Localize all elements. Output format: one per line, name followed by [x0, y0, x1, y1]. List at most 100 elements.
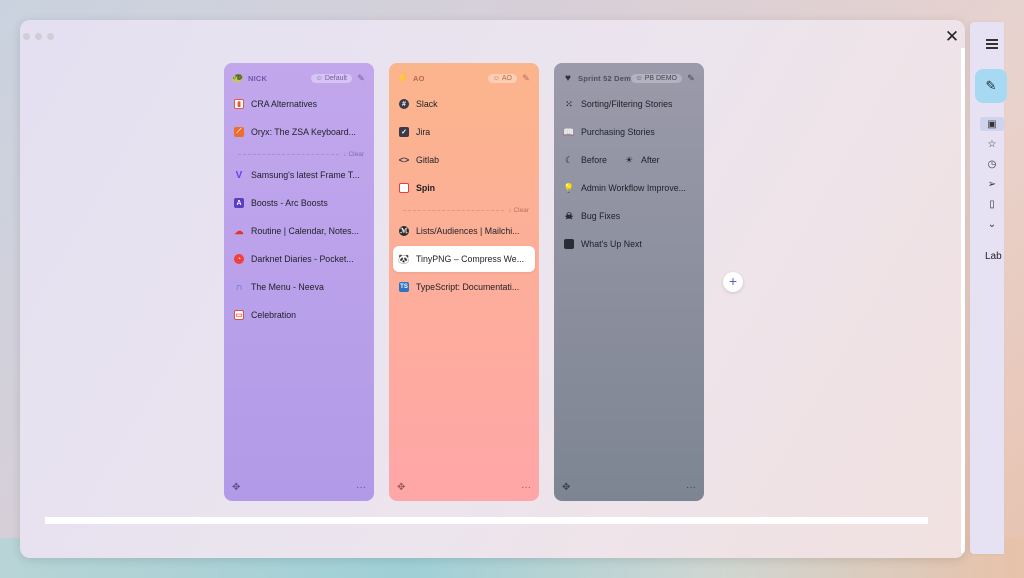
more-options-icon[interactable]: ··· — [521, 482, 531, 493]
tab-label: Purchasing Stories — [581, 127, 655, 137]
pencil-icon[interactable]: ✎ — [686, 73, 696, 83]
space-header: 🐢 NICK ☺ Default ✎ — [232, 71, 366, 85]
window-close-dot[interactable] — [23, 33, 30, 40]
more-options-icon[interactable]: ··· — [356, 482, 366, 493]
bolt-icon: ⚡ — [396, 72, 410, 84]
space-footer: ✥ ··· — [562, 481, 696, 493]
pinned-tab[interactable]: ✓ Jira — [393, 119, 535, 145]
tab-label: TinyPNG – Compress We... — [416, 254, 525, 264]
gitlab-favicon: <> — [398, 155, 410, 165]
space-card-nick[interactable]: 🐢 NICK ☺ Default ✎ ▮ CRA Alternatives ⟋ O… — [224, 63, 374, 501]
briefcase-icon — [564, 239, 574, 249]
send-icon[interactable]: ➢ — [984, 177, 1000, 191]
window-zoom-dot[interactable] — [47, 33, 54, 40]
folder-item[interactable]: ☠ Bug Fixes — [558, 203, 700, 229]
tab[interactable]: A Boosts - Arc Boosts — [228, 190, 370, 216]
clock-icon[interactable]: ◷ — [984, 157, 1000, 171]
tab-label: The Menu - Neeva — [251, 282, 324, 292]
vertical-scrollbar[interactable] — [961, 48, 965, 553]
chevron-down-icon[interactable]: ⌄ — [984, 217, 1000, 231]
profile-icon: ☺ — [315, 74, 323, 82]
space-name[interactable]: AO — [413, 74, 488, 83]
moon-icon: ☾ — [564, 154, 574, 165]
tab[interactable]: ◔ Darknet Diaries - Pocket... — [228, 246, 370, 272]
profile-badge[interactable]: ☺ AO — [487, 73, 517, 83]
tab-label: Jira — [416, 127, 431, 137]
tab-label: Darknet Diaries - Pocket... — [251, 254, 354, 264]
document-icon[interactable]: ▯ — [984, 197, 1000, 211]
tab-label: Bug Fixes — [581, 211, 621, 221]
folder-item[interactable]: 📖 Purchasing Stories — [558, 119, 700, 145]
clear-tabs-button[interactable]: ↓ Clear — [343, 151, 364, 158]
pencil-icon[interactable]: ✎ — [521, 73, 531, 83]
pinned-tab[interactable]: <> Gitlab — [393, 147, 535, 173]
space-header: ⚡ AO ☺ AO ✎ — [397, 71, 531, 85]
space-name[interactable]: NICK — [248, 74, 311, 83]
tab[interactable]: V Samsung's latest Frame T... — [228, 162, 370, 188]
pinned-tab[interactable]: # Slack — [393, 91, 535, 117]
tinypng-favicon: 🐼 — [398, 253, 410, 264]
bulb-icon: 💡 — [563, 182, 575, 193]
divider-line — [238, 153, 340, 155]
side-panel-label: Lab — [985, 251, 1002, 262]
folder-item[interactable]: What's Up Next — [558, 231, 700, 257]
pinned-folder[interactable]: Spin — [393, 175, 535, 201]
tab-label: Celebration — [251, 310, 296, 320]
tab[interactable]: TS TypeScript: Documentati... — [393, 274, 535, 300]
tab[interactable]: ▭ Celebration — [228, 302, 370, 328]
profile-label: AO — [501, 74, 512, 82]
space-footer: ✥ ··· — [232, 481, 366, 493]
tab-label: Boosts - Arc Boosts — [251, 198, 328, 208]
grid-icon: ⁙ — [565, 98, 573, 109]
tab-label: Lists/Audiences | Mailchi... — [416, 226, 520, 236]
arc-spaces-window: ✕ 🐢 NICK ☺ Default ✎ ▮ CRA Alternatives ⟋… — [20, 20, 965, 558]
add-space-button[interactable]: + — [723, 272, 743, 292]
space-card-ao[interactable]: ⚡ AO ☺ AO ✎ # Slack ✓ Jira <> Gitlab Spin… — [389, 63, 539, 501]
star-icon[interactable]: ☆ — [984, 137, 1000, 151]
profile-badge[interactable]: ☺ PB DEMO — [630, 73, 682, 83]
folder-icon — [399, 183, 409, 193]
tab-label: Samsung's latest Frame T... — [251, 170, 360, 180]
inbox-icon[interactable]: ▣ — [980, 117, 1004, 131]
tab[interactable]: ℳ Lists/Audiences | Mailchi... — [393, 218, 535, 244]
active-tab[interactable]: 🐼 TinyPNG – Compress We... — [393, 246, 535, 272]
tab-divider: ↓ Clear — [403, 203, 529, 217]
heart-icon: ♥ — [565, 72, 571, 84]
tab-label: Routine | Calendar, Notes... — [251, 226, 359, 236]
book-icon: 📖 — [563, 126, 575, 137]
pinned-tab[interactable]: ▮ CRA Alternatives — [228, 91, 370, 117]
profile-icon: ☺ — [635, 74, 643, 82]
slack-favicon: # — [399, 99, 409, 109]
pencil-icon[interactable]: ✎ — [356, 73, 366, 83]
clear-tabs-button[interactable]: ↓ Clear — [508, 207, 529, 214]
routine-favicon: ☁ — [234, 225, 244, 236]
sun-icon: ☀ — [624, 154, 634, 165]
move-icon[interactable]: ✥ — [232, 482, 240, 493]
oryx-favicon: ⟋ — [234, 127, 244, 137]
tab-divider: ↓ Clear — [238, 147, 364, 161]
tab-label: CRA Alternatives — [251, 99, 318, 109]
folder-item[interactable]: ⁙ Sorting/Filtering Stories — [558, 91, 700, 117]
more-options-icon[interactable]: ··· — [686, 482, 696, 493]
before-tab[interactable]: ☾ Before — [564, 155, 624, 166]
mailchimp-favicon: ℳ — [399, 226, 409, 236]
tab-label: Before — [581, 155, 607, 165]
profile-badge[interactable]: ☺ Default — [310, 73, 352, 83]
neeva-favicon: ∩ — [235, 281, 243, 293]
space-card-sprint-demo[interactable]: ♥ Sprint 52 Demo ☺ PB DEMO ✎ ⁙ Sorting/Fi… — [554, 63, 704, 501]
horizontal-scrollbar[interactable] — [45, 517, 928, 524]
window-minimize-dot[interactable] — [35, 33, 42, 40]
tab[interactable]: ∩ The Menu - Neeva — [228, 274, 370, 300]
pinned-tab[interactable]: ⟋ Oryx: The ZSA Keyboard... — [228, 119, 370, 145]
compose-icon[interactable]: ✎ — [975, 69, 1007, 103]
folder-item[interactable]: 💡 Admin Workflow Improve... — [558, 175, 700, 201]
move-icon[interactable]: ✥ — [397, 482, 405, 493]
menu-icon[interactable] — [986, 39, 998, 49]
after-tab[interactable]: ☀ After — [624, 155, 684, 166]
split-view-item: ☾ Before ☀ After — [558, 147, 700, 173]
space-name[interactable]: Sprint 52 Demo — [578, 74, 631, 83]
close-button[interactable]: ✕ — [944, 28, 960, 46]
chart-favicon: ▮ — [234, 99, 244, 109]
tab[interactable]: ☁ Routine | Calendar, Notes... — [228, 218, 370, 244]
move-icon[interactable]: ✥ — [562, 482, 570, 493]
